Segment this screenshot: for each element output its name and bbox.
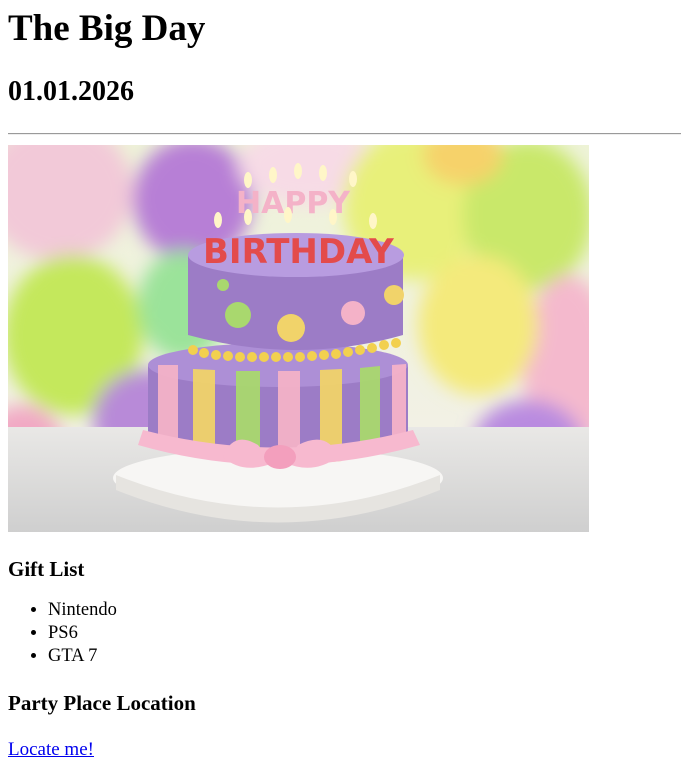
list-item: Nintendo [48,599,681,622]
cake-illustration: HAPPY BIRTHDAY [8,145,589,532]
party-location-heading: Party Place Location [8,691,196,715]
list-item: PS6 [48,622,681,645]
locate-me-link[interactable]: Locate me! [8,739,94,761]
page: The Big Day 01.01.2026 HAPPY BIRTHDAY Gi… [0,0,681,761]
candle-text-bottom: BIRTHDAY [203,232,394,272]
birthday-cake-image: HAPPY BIRTHDAY [8,145,589,532]
gift-list-heading: Gift List [8,557,85,581]
list-item: GTA 7 [48,645,681,668]
page-title: The Big Day [8,8,206,49]
divider [8,133,681,135]
event-date: 01.01.2026 [8,76,134,107]
gift-list: Nintendo PS6 GTA 7 [8,599,681,668]
